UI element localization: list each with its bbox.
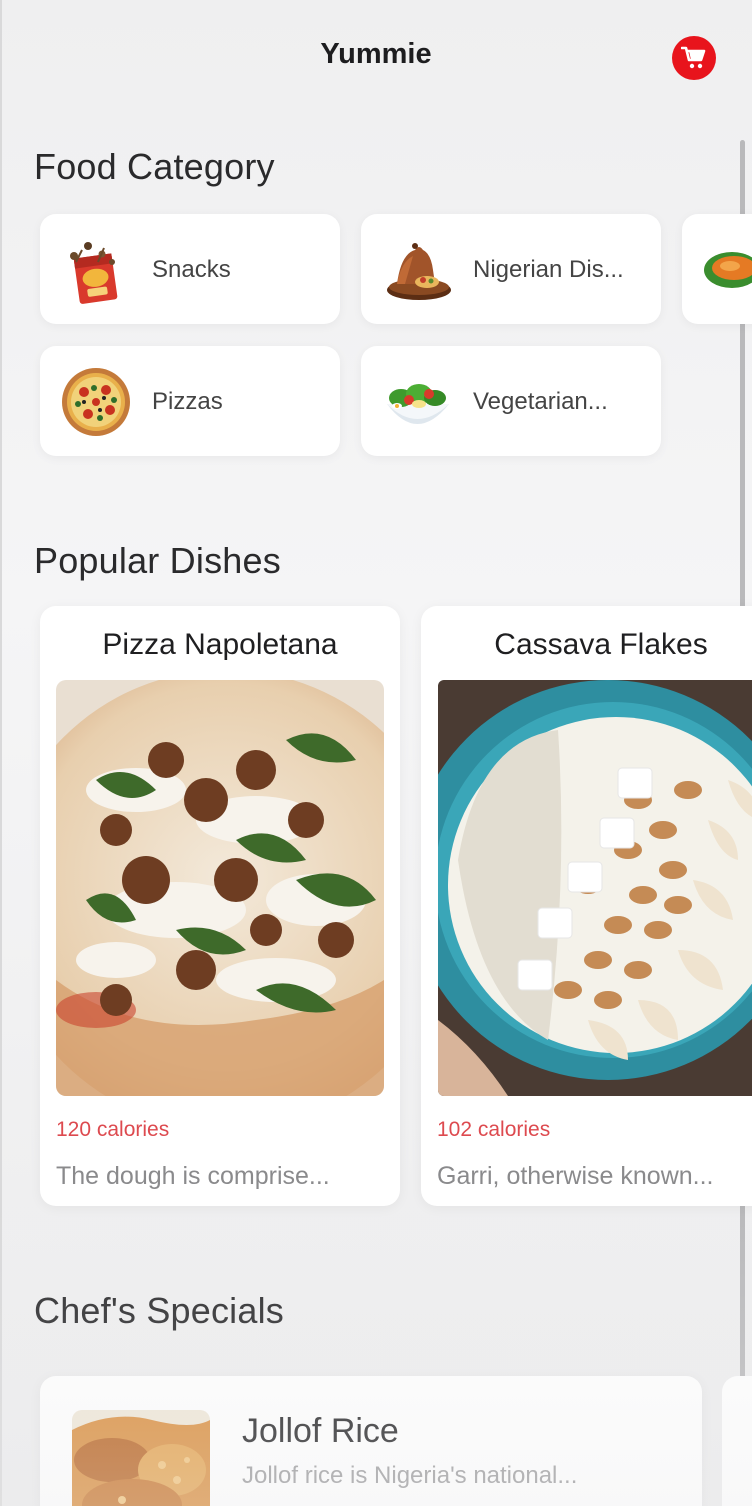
special-name: Jollof Rice — [242, 1412, 399, 1450]
category-card-pizzas[interactable]: Pizzas — [40, 346, 340, 456]
popular-dishes-heading: Popular Dishes — [34, 540, 281, 581]
window-edge — [0, 0, 2, 1506]
dish-card-pizza-napoletana[interactable]: Pizza Napoletana 120 calories The dough … — [40, 606, 400, 1206]
dish-card-cassava-flakes[interactable]: Cassava Flakes 102 calories Garri, other… — [421, 606, 752, 1206]
jollof-photo-illustration — [72, 1410, 210, 1506]
tagine-icon — [387, 243, 451, 300]
dish-calories: 120 calories — [56, 1118, 170, 1141]
chefs-specials-heading: Chef's Specials — [34, 1290, 284, 1331]
food-category-heading: Food Category — [34, 146, 275, 187]
cassava-photo-illustration — [438, 680, 752, 1096]
salad-icon — [387, 384, 449, 424]
special-card-jollof-rice[interactable]: Jollof Rice Jollof rice is Nigeria's nat… — [40, 1376, 702, 1506]
dish-name: Pizza Napoletana — [102, 628, 338, 661]
category-card-nigerian[interactable]: Nigerian Dis... — [361, 214, 661, 324]
category-label: Nigerian Dis... — [473, 256, 624, 283]
snack-box-icon — [70, 242, 118, 304]
app-screen: Yummie Food Category Snacks Nigerian Dis… — [0, 0, 752, 1506]
category-label: Snacks — [152, 256, 231, 283]
category-card-snacks[interactable]: Snacks — [40, 214, 340, 324]
dish-description: The dough is comprise... — [56, 1162, 330, 1190]
category-label: Vegetarian... — [473, 388, 608, 415]
pizza-photo-illustration — [56, 680, 384, 1096]
dish-photo — [56, 680, 384, 1096]
special-description: Jollof rice is Nigeria's national... — [242, 1462, 578, 1489]
navigation-bar: Yummie — [0, 0, 752, 112]
cart-icon — [681, 46, 706, 69]
category-label: Pizzas — [152, 388, 223, 415]
pizza-icon — [62, 368, 130, 436]
app-title: Yummie — [320, 38, 432, 70]
food-plate-icon — [704, 252, 752, 288]
cart-button[interactable] — [672, 36, 716, 80]
dish-calories: 102 calories — [437, 1118, 551, 1141]
dish-name: Cassava Flakes — [494, 628, 708, 661]
category-card-vegetarian[interactable]: Vegetarian... — [361, 346, 661, 456]
dish-photo — [438, 680, 752, 1096]
dish-description: Garri, otherwise known... — [437, 1162, 714, 1190]
special-photo — [72, 1410, 210, 1506]
special-card-peek[interactable] — [722, 1376, 752, 1506]
category-card-peek[interactable] — [682, 214, 752, 324]
